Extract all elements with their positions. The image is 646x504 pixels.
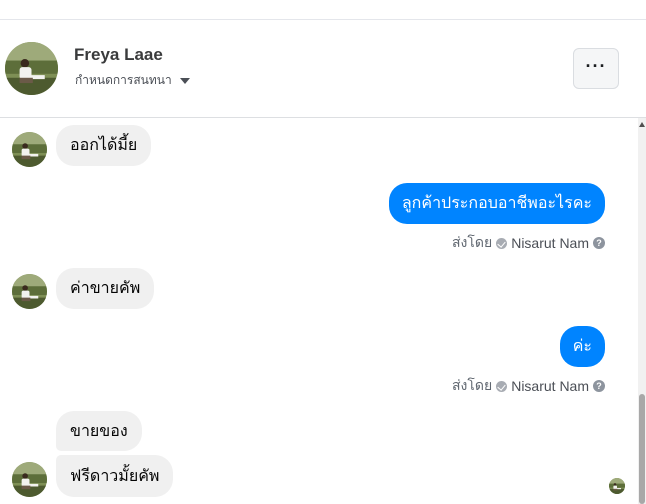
sender-avatar xyxy=(12,462,47,497)
seen-avatar-icon xyxy=(609,478,625,494)
scroll-up-arrow-icon[interactable] xyxy=(639,122,645,127)
outgoing-message[interactable]: ลูกค้าประกอบอาชีพอะไรคะ xyxy=(388,183,605,224)
incoming-message[interactable]: ฟรีดาวมั้ยคัพ xyxy=(56,455,174,497)
help-circle-icon[interactable]: ? xyxy=(593,237,605,249)
message-thread[interactable]: ออกได้มี้ย ลูกค้าประกอบอาชีพอะไรคะ ส่งโด… xyxy=(0,118,638,504)
outgoing-message[interactable]: ค่ะ xyxy=(559,326,605,367)
incoming-message[interactable]: ออกได้มี้ย xyxy=(56,125,152,166)
sent-by-agent[interactable]: Nisarut Nam xyxy=(511,235,589,251)
window-top-bar xyxy=(0,0,646,20)
more-horizontal-icon: ··· xyxy=(585,55,607,76)
conversation-settings-label: กำหนดการสนทนา xyxy=(75,73,172,87)
chevron-down-icon xyxy=(179,78,190,84)
conversation-settings-dropdown[interactable]: กำหนดการสนทนา xyxy=(75,71,190,90)
help-circle-icon[interactable]: ? xyxy=(593,380,605,392)
sent-by-agent[interactable]: Nisarut Nam xyxy=(511,378,589,394)
check-circle-icon xyxy=(496,237,508,249)
contact-avatar[interactable] xyxy=(5,42,58,95)
sent-by-prefix: ส่งโดย xyxy=(452,234,493,250)
sender-avatar xyxy=(12,274,47,309)
scroll-thumb[interactable] xyxy=(639,394,645,504)
sender-avatar xyxy=(12,132,47,167)
sent-by-label: ส่งโดย Nisarut Nam ? xyxy=(452,232,605,254)
incoming-message[interactable]: ขายของ xyxy=(56,411,142,451)
contact-name[interactable]: Freya Laae xyxy=(74,45,163,65)
sent-by-prefix: ส่งโดย xyxy=(452,377,493,393)
check-circle-icon xyxy=(496,380,508,392)
more-options-button[interactable]: ··· xyxy=(573,48,619,89)
thread-scrollbar[interactable] xyxy=(638,118,646,504)
conversation-header: Freya Laae กำหนดการสนทนา ··· xyxy=(0,20,646,118)
incoming-message[interactable]: ค่าขายคัพ xyxy=(56,268,155,309)
sent-by-label: ส่งโดย Nisarut Nam ? xyxy=(452,375,605,397)
